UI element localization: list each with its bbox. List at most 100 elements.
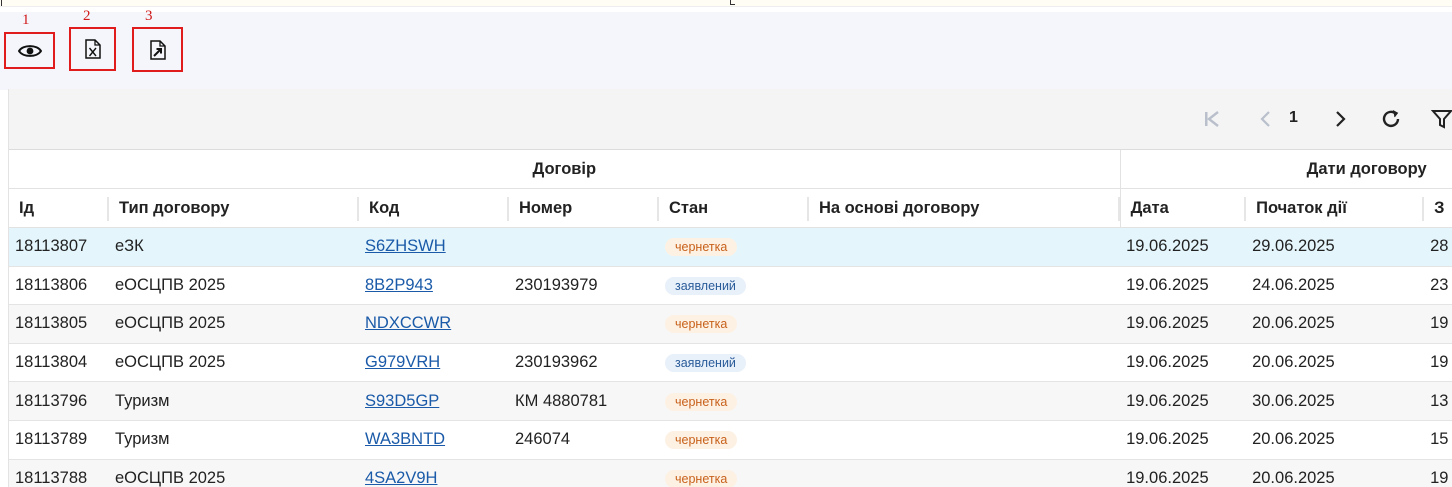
cell-type: Туризм [109, 420, 359, 460]
contracts-grid: 1 Договір Дати договору Ід Тип договору … [8, 89, 1452, 487]
status-badge: заявлений [665, 276, 746, 295]
table-row[interactable]: 18113806 eОСЦПВ 2025 8B2P943 230193979 заявл… [9, 266, 1452, 306]
cell-number: 230193979 [509, 266, 659, 306]
column-header-id[interactable]: Ід [9, 188, 109, 228]
cell-state: заявлений [659, 266, 809, 306]
cell-code: WA3BNTD [359, 420, 509, 460]
excel-export-icon [84, 39, 101, 59]
table-row[interactable]: 18113789 Туризм WA3BNTD 246074 чернетка 19.06… [9, 420, 1452, 460]
contract-code-link[interactable]: S6ZHSWH [365, 237, 446, 255]
column-header-code[interactable]: Код [359, 188, 509, 228]
cell-start: 20.06.2025 [1246, 304, 1425, 344]
contract-code-link[interactable]: S93D5GP [365, 392, 439, 410]
cell-code: S93D5GP [359, 381, 509, 421]
cell-end: 19 [1424, 343, 1452, 383]
column-header-date[interactable]: Дата [1119, 188, 1247, 228]
cell-id: 18113804 [9, 343, 109, 383]
contract-code-link[interactable]: NDXCCWR [365, 314, 451, 332]
cell-based-on [809, 459, 1121, 487]
group-header-row: Договір Дати договору [9, 150, 1452, 189]
cell-code: 8B2P943 [359, 266, 509, 306]
cell-date: 19.06.2025 [1120, 304, 1247, 344]
cell-state: чернетка [659, 420, 809, 460]
export-excel-button[interactable] [69, 27, 116, 71]
cell-id: 18113805 [9, 304, 109, 344]
top-strip [0, 0, 1452, 7]
cell-date: 19.06.2025 [1120, 227, 1247, 267]
cell-start: 20.06.2025 [1246, 343, 1425, 383]
status-badge: чернетка [665, 431, 738, 450]
column-header-state[interactable]: Стан [659, 188, 809, 228]
cell-based-on [809, 343, 1121, 383]
next-page-button[interactable] [1329, 107, 1351, 131]
refresh-button[interactable] [1379, 107, 1403, 131]
contract-code-link[interactable]: 8B2P943 [365, 276, 433, 294]
table-row[interactable]: 18113804 eОСЦПВ 2025 G979VRH 230193962 заявл… [9, 343, 1452, 383]
cell-type: eОСЦПВ 2025 [109, 266, 359, 306]
cell-end: 28 [1424, 227, 1452, 267]
table-row[interactable]: 18113788 eОСЦПВ 2025 4SA2V9H чернетка 19.06.… [9, 459, 1452, 487]
cell-state: чернетка [659, 304, 809, 344]
column-header-number[interactable]: Номер [509, 188, 659, 228]
cell-number: КМ 4880781 [509, 381, 659, 421]
column-header-based-on[interactable]: На основі договору [809, 188, 1121, 228]
cell-based-on [809, 420, 1121, 460]
cell-state: чернетка [659, 381, 809, 421]
column-header-end[interactable]: З [1424, 188, 1452, 228]
filter-button[interactable] [1431, 107, 1452, 131]
cell-id: 18113807 [9, 227, 109, 267]
export-document-button[interactable] [132, 27, 183, 72]
cell-based-on [809, 381, 1121, 421]
chevron-right-icon [1336, 111, 1346, 127]
cell-state: заявлений [659, 343, 809, 383]
chevron-left-icon [1260, 111, 1270, 127]
cell-start: 24.06.2025 [1246, 266, 1425, 306]
contract-code-link[interactable]: G979VRH [365, 353, 440, 371]
cell-date: 19.06.2025 [1120, 420, 1247, 460]
contract-code-link[interactable]: WA3BNTD [365, 430, 445, 448]
contracts-table: Договір Дати договору Ід Тип договору Ко… [9, 150, 1452, 487]
first-page-button[interactable] [1201, 107, 1223, 131]
table-row[interactable]: 18113805 eОСЦПВ 2025 NDXCCWR чернетка 19.06.… [9, 304, 1452, 344]
cell-start: 20.06.2025 [1246, 459, 1425, 487]
view-button[interactable] [4, 32, 55, 69]
edge-mark [1, 0, 2, 6]
cell-end: 23 [1424, 266, 1452, 306]
status-badge: чернетка [665, 238, 738, 257]
cell-state: чернетка [659, 459, 809, 487]
cell-id: 18113806 [9, 266, 109, 306]
cell-number [509, 227, 659, 267]
cell-state: чернетка [659, 227, 809, 267]
status-badge: чернетка [665, 315, 738, 334]
cell-type: eОСЦПВ 2025 [109, 304, 359, 344]
contract-code-link[interactable]: 4SA2V9H [365, 469, 437, 487]
table-row[interactable]: 18113807 eЗК S6ZHSWH чернетка 19.06.2025 29.0… [9, 227, 1452, 267]
cell-start: 29.06.2025 [1246, 227, 1425, 267]
cell-based-on [809, 304, 1121, 344]
cell-number: 246074 [509, 420, 659, 460]
group-header-contract: Договір [9, 150, 1121, 189]
table-row[interactable]: 18113796 Туризм S93D5GP КМ 4880781 чернетка 1… [9, 381, 1452, 421]
filter-icon [1431, 110, 1452, 129]
cell-date: 19.06.2025 [1120, 381, 1247, 421]
cell-end: 19 [1424, 459, 1452, 487]
cell-id: 18113788 [9, 459, 109, 487]
pager-toolbar: 1 [9, 89, 1452, 150]
cell-number [509, 304, 659, 344]
prev-page-button[interactable] [1255, 107, 1277, 131]
cell-id: 18113796 [9, 381, 109, 421]
group-header-contract-dates: Дати договору [1120, 150, 1452, 189]
column-header-start[interactable]: Початок дії [1246, 188, 1425, 228]
cell-code: 4SA2V9H [359, 459, 509, 487]
status-badge: чернетка [665, 392, 738, 411]
cell-date: 19.06.2025 [1120, 459, 1247, 487]
cell-start: 20.06.2025 [1246, 420, 1425, 460]
column-header-type[interactable]: Тип договору [109, 188, 359, 228]
first-page-icon [1205, 111, 1219, 127]
refresh-icon [1382, 110, 1400, 128]
cell-type: eЗК [109, 227, 359, 267]
annotation-number-3: 3 [145, 8, 153, 24]
cell-number: 230193962 [509, 343, 659, 383]
cell-code: S6ZHSWH [359, 227, 509, 267]
current-page-number: 1 [1289, 109, 1298, 126]
